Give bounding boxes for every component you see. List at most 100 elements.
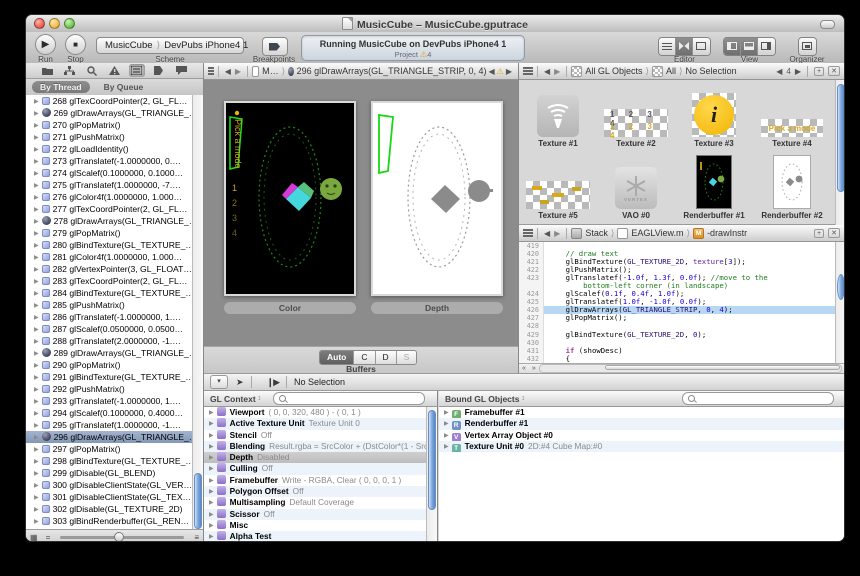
- gl-call-row-285[interactable]: ▶285 glPushMatrix(): [26, 299, 203, 311]
- disclosure-triangle-icon[interactable]: ▶: [209, 478, 214, 484]
- disclosure-triangle-icon[interactable]: ▶: [34, 255, 39, 261]
- prev-issue-button[interactable]: ◀: [489, 67, 495, 76]
- gl-context-row-alpha-test[interactable]: ▶Alpha Test: [204, 531, 426, 542]
- gl-call-row-289[interactable]: ▶289 glDrawArrays(GL_TRIANGLE_…: [26, 347, 203, 359]
- disclosure-triangle-icon[interactable]: ▶: [34, 267, 39, 273]
- gl-call-row-279[interactable]: ▶279 glPopMatrix(): [26, 227, 203, 239]
- disclosure-triangle-icon[interactable]: ▶: [34, 231, 39, 237]
- disclosure-triangle-icon[interactable]: ▶: [34, 123, 39, 129]
- gl-call-row-291[interactable]: ▶291 glBindTexture(GL_TEXTURE_…: [26, 371, 203, 383]
- disclosure-triangle-icon[interactable]: ▶: [209, 410, 214, 416]
- disclosure-triangle-icon[interactable]: ▶: [209, 523, 214, 529]
- gl-context-row-culling[interactable]: ▶CullingOff: [204, 463, 426, 474]
- disclosure-triangle-icon[interactable]: ▶: [34, 303, 39, 309]
- activity-viewer[interactable]: Running MusicCube on DevPubs iPhone4 1 P…: [301, 35, 525, 61]
- back-button[interactable]: ◀: [225, 67, 231, 76]
- stop-button[interactable]: ■: [65, 34, 86, 55]
- gl-call-row-299[interactable]: ▶299 glDisable(GL_BLEND): [26, 467, 203, 479]
- gl-call-row-297[interactable]: ▶297 glPopMatrix(): [26, 443, 203, 455]
- jumpbar-call[interactable]: 296 glDrawArrays(GL_TRIANGLE_STRIP, 0, 4…: [297, 66, 487, 76]
- buffer-segment-d[interactable]: D: [376, 351, 397, 364]
- gl-call-row-282[interactable]: ▶282 glVertexPointer(3, GL_FLOAT…: [26, 263, 203, 275]
- disclosure-triangle-icon[interactable]: ▶: [34, 483, 39, 489]
- navigator-view-button[interactable]: [724, 38, 741, 55]
- gl-context-row-active-texture-unit[interactable]: ▶Active Texture UnitTexture Unit 0: [204, 418, 426, 429]
- disclosure-triangle-icon[interactable]: ▶: [34, 111, 39, 117]
- gl-context-row-blending[interactable]: ▶BlendingResult.rgba = SrcColor + (DstCo…: [204, 441, 426, 452]
- disclosure-triangle-icon[interactable]: ▶: [209, 534, 214, 540]
- disclosure-triangle-icon[interactable]: ▶: [444, 433, 449, 439]
- gl-call-row-277[interactable]: ▶277 glTexCoordPointer(2, GL_FL…: [26, 203, 203, 215]
- bound-object-row-vertex-array-object-0[interactable]: ▶VVertex Array Object #0: [439, 430, 845, 441]
- gl-call-row-295[interactable]: ▶295 glTranslatef(1.0000000, -1.…: [26, 419, 203, 431]
- utilities-view-button[interactable]: [758, 38, 775, 55]
- gl-object-renderbuffer-2[interactable]: Renderbuffer #2: [753, 152, 831, 223]
- disclosure-triangle-icon[interactable]: ▶: [34, 183, 39, 189]
- gl-call-row-287[interactable]: ▶287 glScalef(0.0500000, 0.0500…: [26, 323, 203, 335]
- gl-call-row-270[interactable]: ▶270 glPopMatrix(): [26, 119, 203, 131]
- gl-call-row-271[interactable]: ▶271 glPushMatrix(): [26, 131, 203, 143]
- title-bar[interactable]: MusicCube – MusicCube.gputrace: [26, 15, 844, 33]
- gl-call-row-278[interactable]: ▶278 glDrawArrays(GL_TRIANGLE_…: [26, 215, 203, 227]
- disclosure-triangle-icon[interactable]: ▶: [34, 507, 39, 513]
- buffer-segment-c[interactable]: C: [354, 351, 375, 364]
- gl-call-row-281[interactable]: ▶281 glColor4f(1.0000000, 1.000…: [26, 251, 203, 263]
- gl-call-row-280[interactable]: ▶280 glBindTexture(GL_TEXTURE_…: [26, 239, 203, 251]
- disclosure-triangle-icon[interactable]: ▶: [444, 410, 449, 416]
- gl-call-row-283[interactable]: ▶283 glTexCoordPointer(2, GL_FL…: [26, 275, 203, 287]
- code-scrollbar[interactable]: [835, 242, 845, 363]
- gl-context-row-framebuffer[interactable]: ▶FramebufferWrite - RGBA, Clear ( 0, 0, …: [204, 475, 426, 486]
- log-navigator-icon[interactable]: [174, 64, 190, 77]
- navigator-scrollbar-thumb[interactable]: [194, 473, 202, 529]
- disclosure-triangle-icon[interactable]: ▶: [209, 444, 214, 450]
- disclosure-triangle-icon[interactable]: ▶: [209, 455, 214, 461]
- jumpbar-frame[interactable]: M…: [262, 66, 279, 76]
- disclosure-triangle-icon[interactable]: ▶: [34, 207, 39, 213]
- assistant-back-button[interactable]: ◀: [544, 67, 550, 76]
- buffer-segment-auto[interactable]: Auto: [320, 351, 354, 364]
- gl-call-row-269[interactable]: ▶269 glDrawArrays(GL_TRIANGLE_…: [26, 107, 203, 119]
- organizer-button[interactable]: [799, 38, 816, 55]
- debug-view-button[interactable]: [741, 38, 758, 55]
- symbol-navigator-icon[interactable]: [62, 64, 78, 77]
- bound-object-row-framebuffer-1[interactable]: ▶FFramebuffer #1: [439, 407, 845, 418]
- disclosure-triangle-icon[interactable]: ▶: [34, 375, 39, 381]
- bound-objects-search-field[interactable]: [682, 392, 834, 405]
- scroll-right-icon[interactable]: »: [532, 365, 536, 372]
- gl-call-row-292[interactable]: ▶292 glPushMatrix(): [26, 383, 203, 395]
- disclosure-triangle-icon[interactable]: ▶: [34, 279, 39, 285]
- disclosure-triangle-icon[interactable]: ▶: [209, 421, 214, 427]
- gl-call-row-272[interactable]: ▶272 glLoadIdentity(): [26, 143, 203, 155]
- gl-context-search-field[interactable]: [273, 392, 425, 405]
- gl-call-row-273[interactable]: ▶273 glTranslatef(-1.0000000, 0.…: [26, 155, 203, 167]
- gl-call-row-296[interactable]: ▶296 glDrawArrays(GL_TRIANGLE_…: [26, 431, 203, 443]
- disclosure-triangle-icon[interactable]: ▶: [34, 195, 39, 201]
- disclosure-triangle-icon[interactable]: ▶: [34, 363, 39, 369]
- color-buffer-preview[interactable]: Pick a mode 1 2 3 4: [224, 101, 356, 296]
- disclosure-triangle-icon[interactable]: ▶: [34, 447, 39, 453]
- disclosure-triangle-icon[interactable]: ▶: [34, 351, 39, 357]
- gl-call-row-300[interactable]: ▶300 glDisableClientState(GL_VER…: [26, 479, 203, 491]
- disclosure-triangle-icon[interactable]: ▶: [444, 421, 449, 427]
- objects-scrollbar[interactable]: [835, 80, 845, 225]
- scope-tab-by-queue[interactable]: By Queue: [96, 81, 152, 93]
- locate-icon[interactable]: ➤: [236, 377, 244, 388]
- prev-counterpart-button[interactable]: ◀: [776, 67, 782, 76]
- disclosure-triangle-icon[interactable]: ▶: [444, 444, 449, 450]
- related-items-icon[interactable]: [208, 67, 214, 75]
- assistant-editor-button[interactable]: [676, 38, 693, 55]
- disclosure-triangle-icon[interactable]: ▶: [34, 399, 39, 405]
- gl-call-row-274[interactable]: ▶274 glScalef(0.1000000, 0.1000…: [26, 167, 203, 179]
- code-forward-button[interactable]: ▶: [554, 229, 560, 238]
- jumpbar-method[interactable]: -drawInstr: [707, 228, 747, 238]
- jumpbar-no-selection[interactable]: No Selection: [686, 66, 737, 76]
- scroll-left-icon[interactable]: «: [522, 365, 526, 372]
- gl-object-texture-2[interactable]: 1 2 3 41 2 3 4Texture #2: [597, 80, 675, 151]
- gl-object-texture-5[interactable]: Texture #5: [519, 152, 597, 223]
- project-navigator-icon[interactable]: [39, 64, 55, 77]
- filter-icon[interactable]: ▦: [30, 533, 38, 542]
- jumpbar-file[interactable]: EAGLView.m: [631, 228, 683, 238]
- gl-context-row-stencil[interactable]: ▶StencilOff: [204, 430, 426, 441]
- gl-context-row-polygon-offset[interactable]: ▶Polygon OffsetOff: [204, 486, 426, 497]
- gl-call-row-284[interactable]: ▶284 glBindTexture(GL_TEXTURE_…: [26, 287, 203, 299]
